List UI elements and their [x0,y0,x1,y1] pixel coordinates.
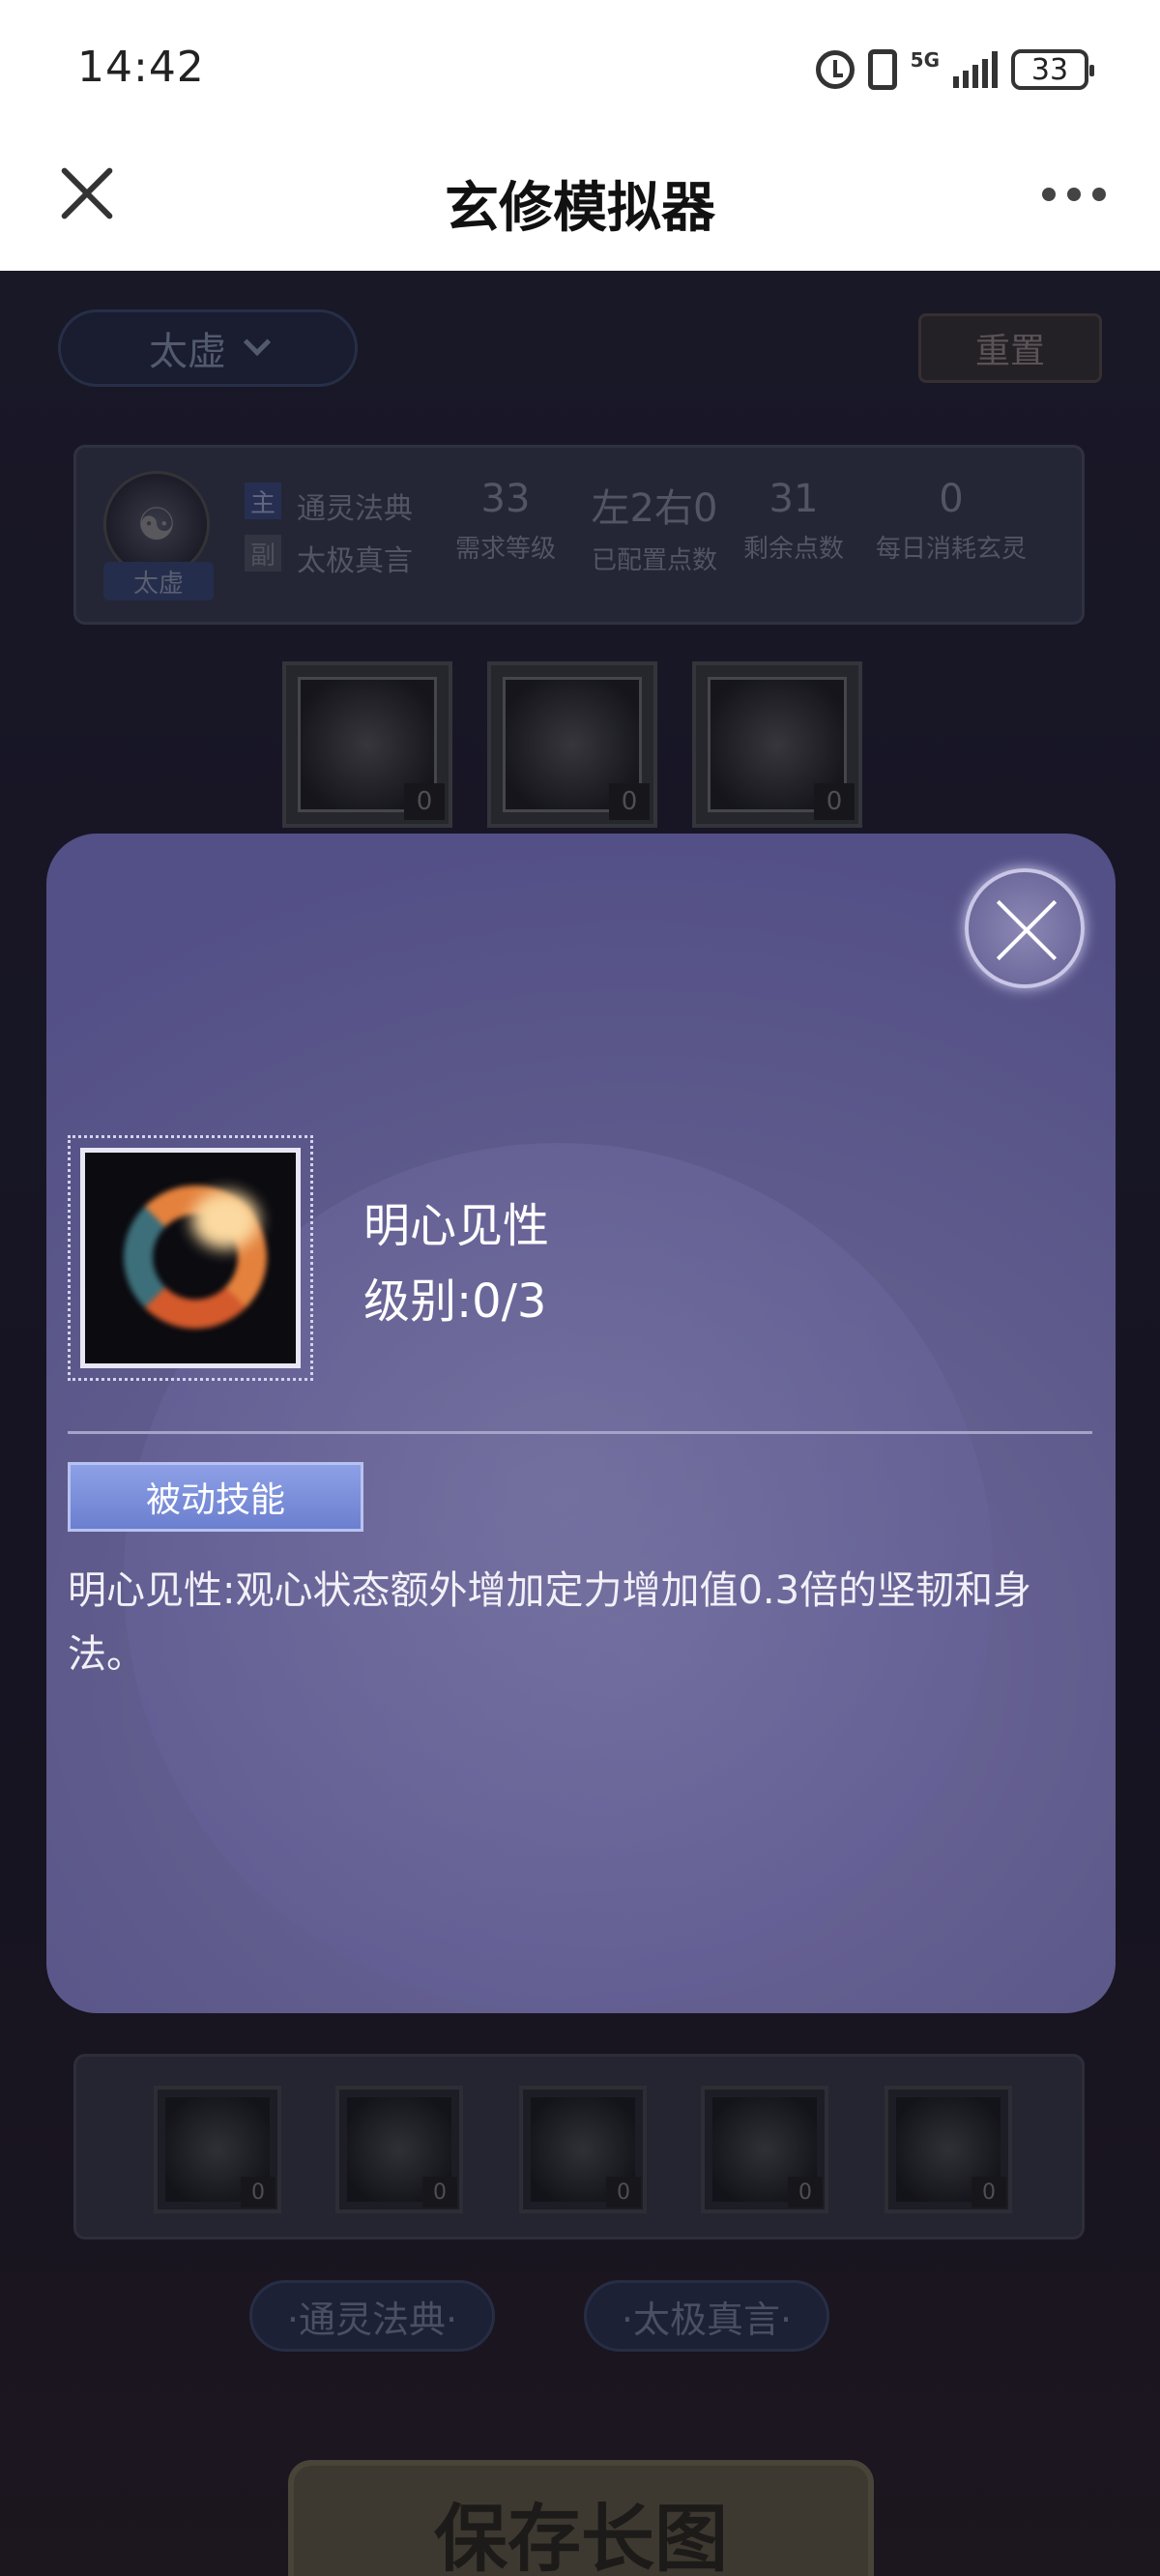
skill-description: 明心见性:观心状态额外增加定力增加值0.3倍的坚韧和身法。 [68,1568,1032,1677]
status-time: 14:42 [77,43,205,92]
status-icons: 5G 33 [815,46,1094,93]
skill-name: 明心见性 [363,1199,550,1253]
page-title: 玄修模拟器 [445,177,715,240]
vibrate-icon [867,49,897,90]
status-bar: 14:42 5G 33 [0,0,1160,143]
skill-detail-modal: 明心见性 级别:0/3 被动技能 明心见性:观心状态额外增加定力增加值0.3倍的… [46,834,1116,2013]
alarm-icon [815,50,855,89]
more-icon[interactable] [1042,188,1106,201]
skill-level: 级别:0/3 [363,1274,547,1329]
skill-type-tag: 被动技能 [68,1462,363,1532]
flame-ring-icon [80,1148,301,1368]
battery-icon: 33 [1011,49,1094,90]
network-type-label: 5G [910,48,940,72]
divider [68,1431,1092,1434]
signal-icon [953,51,998,88]
skill-icon-frame [68,1135,313,1381]
close-icon[interactable] [965,868,1085,988]
nav-bar: 玄修模拟器 [0,143,1160,271]
